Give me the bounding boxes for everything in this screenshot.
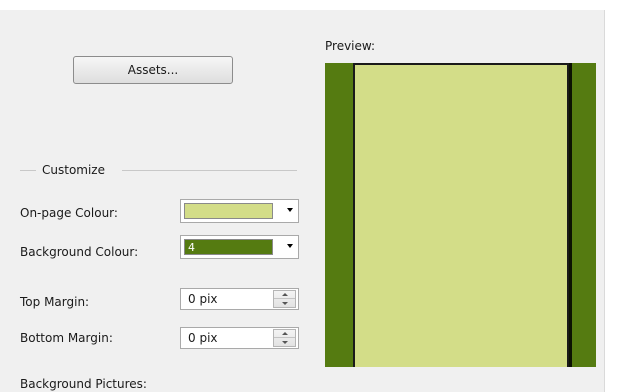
background-colour-swatch-text: 4 bbox=[188, 241, 195, 254]
bottom-margin-spin-buttons bbox=[273, 329, 296, 347]
on-page-colour-label: On-page Colour: bbox=[20, 206, 118, 220]
background-colour-label: Background Colour: bbox=[20, 245, 139, 259]
spin-up-icon[interactable] bbox=[274, 291, 295, 299]
top-margin-spinbox[interactable]: 0 pix bbox=[180, 288, 299, 310]
top-edge bbox=[0, 0, 620, 10]
assets-button-label: Assets... bbox=[127, 63, 179, 77]
customize-group-line-left bbox=[20, 170, 36, 171]
customize-group-label: Customize bbox=[42, 163, 105, 177]
assets-button[interactable]: Assets... bbox=[73, 56, 233, 84]
bottom-margin-label: Bottom Margin: bbox=[20, 331, 113, 345]
on-page-colour-dropdown[interactable] bbox=[180, 199, 299, 223]
customize-group-line-right bbox=[122, 170, 297, 171]
bottom-margin-value[interactable]: 0 pix bbox=[188, 331, 218, 345]
dropdown-arrow-icon bbox=[287, 244, 293, 248]
spin-down-icon[interactable] bbox=[274, 299, 295, 307]
preview-pane bbox=[325, 63, 596, 367]
spin-up-icon[interactable] bbox=[274, 330, 295, 338]
background-pictures-label: Background Pictures: bbox=[20, 377, 147, 391]
preview-page-shadow bbox=[569, 63, 572, 367]
top-margin-spin-buttons bbox=[273, 290, 296, 308]
right-panel-edge bbox=[604, 10, 620, 392]
preview-label: Preview: bbox=[325, 39, 376, 53]
preview-page bbox=[353, 63, 569, 367]
dropdown-arrow-icon bbox=[287, 208, 293, 212]
top-margin-label: Top Margin: bbox=[20, 295, 90, 309]
bottom-margin-spinbox[interactable]: 0 pix bbox=[180, 327, 299, 349]
spin-down-icon[interactable] bbox=[274, 338, 295, 346]
background-colour-swatch: 4 bbox=[184, 239, 273, 255]
background-colour-dropdown[interactable]: 4 bbox=[180, 235, 299, 259]
top-margin-value[interactable]: 0 pix bbox=[188, 292, 218, 306]
on-page-colour-swatch bbox=[184, 203, 273, 219]
